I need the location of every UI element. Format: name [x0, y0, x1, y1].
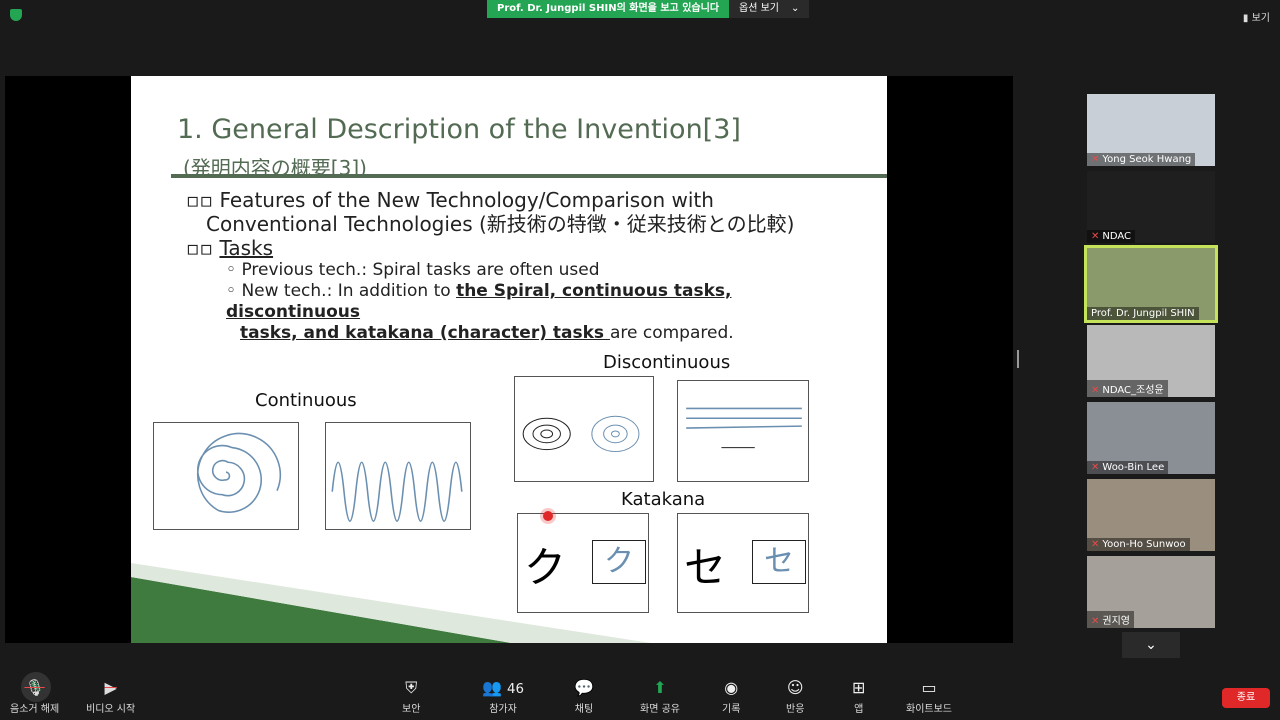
participant-tile-active[interactable]: Prof. Dr. Jungpil SHIN [1084, 245, 1218, 323]
share-screen-button[interactable]: ⬆ 화면 공유 [640, 678, 680, 715]
whiteboard-button[interactable]: ▭ 화이트보드 [906, 678, 952, 715]
view-options-label: 옵션 보기 [739, 3, 780, 14]
participant-name-label: Yoon-Ho Sunwoo [1102, 539, 1186, 550]
wave-plot [325, 422, 471, 530]
bullet-features-line1: Features of the New Technology/Compariso… [219, 188, 714, 212]
title-rule [171, 174, 887, 178]
bullet-tasks: ▫▫ Tasks [186, 236, 274, 260]
security-shield-icon [10, 9, 22, 21]
sub-bullet-new-cont: tasks, and katakana (character) tasks ar… [186, 323, 866, 344]
bullet-features: ▫▫ Features of the New Technology/Compar… [186, 188, 714, 212]
record-label: 기록 [722, 704, 741, 715]
sub-bullet-new-pre: New tech.: In addition to [241, 281, 457, 301]
participants-count: 46 [507, 682, 524, 697]
sub-bullet-new-post: are compared. [609, 323, 734, 343]
whiteboard-icon: ▭ [921, 678, 937, 697]
mic-muted-icon: ✕ [1091, 462, 1100, 473]
participant-tile[interactable]: ✕ 권지영 [1087, 556, 1215, 628]
apps-icon: ⊞ [852, 678, 866, 697]
mic-muted-icon: ✕ [1091, 539, 1100, 550]
view-label: 보기 [1251, 13, 1270, 24]
view-button[interactable]: ▮ 보기 [1243, 9, 1270, 24]
participant-tile[interactable]: ✕ Woo-Bin Lee [1087, 402, 1215, 474]
sub-bullet-previous: ◦ Previous tech.: Spiral tasks are often… [226, 260, 600, 280]
sharing-label: Prof. Dr. Jungpil SHIN의 화면을 보고 있습니다 [487, 0, 730, 18]
participant-tile[interactable]: ✕ NDAC [1087, 171, 1215, 243]
label-discontinuous: Discontinuous [603, 352, 731, 373]
security-button[interactable]: ⛨ 보안 [402, 678, 420, 715]
participant-name: ✕ Woo-Bin Lee [1087, 461, 1169, 474]
participant-name-label: Yong Seok Hwang [1102, 154, 1192, 165]
video-label: 비디오 시작 [86, 704, 136, 715]
mic-muted-icon: ✕ [1091, 616, 1100, 627]
bullet-tasks-label: Tasks [219, 236, 274, 260]
slide-title: 1. General Description of the Invention[… [177, 114, 741, 145]
spiral-plot [153, 422, 299, 530]
participant-gallery: ✕ Yong Seok Hwang ✕ NDAC Prof. Dr. Jungpil… [1084, 94, 1218, 633]
participant-name: ✕ 권지영 [1087, 611, 1134, 628]
circles-plot [514, 376, 654, 482]
security-label: 보안 [402, 704, 421, 715]
shared-screen: 1. General Description of the Invention[… [5, 76, 1013, 702]
sub-bullet-new: ◦ New tech.: In addition to the Spiral, … [226, 281, 732, 322]
panel-resize-handle[interactable] [1017, 350, 1019, 368]
record-button[interactable]: ◉ 기록 [722, 678, 740, 715]
smiley-icon: ☺ [786, 678, 804, 697]
participant-name-label: NDAC [1102, 231, 1132, 242]
sub-bullet-new-underline2: tasks, and katakana (character) tasks [240, 323, 610, 343]
participants-label: 참가자 [489, 704, 517, 715]
video-button[interactable]: ▶ 비디오 시작 [86, 678, 135, 715]
chat-label: 채팅 [574, 704, 594, 715]
sub-bullet-previous-text: Previous tech.: Spiral tasks are often u… [241, 260, 600, 280]
bullet-features-line2: Conventional Technologies (新技術の特徴・従来技術との… [206, 212, 795, 236]
participant-name: ✕ Yong Seok Hwang [1087, 153, 1196, 166]
participant-name: Prof. Dr. Jungpil SHIN [1087, 307, 1199, 320]
participant-name-label: 권지영 [1102, 616, 1130, 627]
reactions-button[interactable]: ☺ 반응 [786, 678, 804, 715]
participant-tile[interactable]: ✕ NDAC_조성윤 [1087, 325, 1215, 397]
participant-tile[interactable]: ✕ Yong Seok Hwang [1087, 94, 1215, 166]
chat-button[interactable]: 💬 채팅 [574, 678, 594, 715]
end-meeting-button[interactable]: 종료 [1222, 688, 1270, 708]
participant-name: ✕ NDAC [1087, 230, 1136, 243]
apps-button[interactable]: ⊞ 앱 [852, 678, 865, 715]
label-katakana: Katakana [621, 489, 706, 510]
participants-button[interactable]: 👥 46 참가자 [482, 678, 524, 715]
video-camera-icon: ▶ [104, 678, 117, 697]
chat-icon: 💬 [574, 678, 594, 697]
shield-icon: ⛨ [405, 678, 418, 697]
laser-pointer [543, 511, 553, 521]
participant-tile[interactable]: ✕ Yoon-Ho Sunwoo [1087, 479, 1215, 551]
slide-decoration [131, 563, 651, 643]
microphone-icon: 🎙 [24, 678, 45, 697]
mic-muted-icon: ✕ [1091, 231, 1100, 242]
mute-button[interactable]: 🎙 음소거 해제 [10, 678, 59, 715]
participant-name-label: Prof. Dr. Jungpil SHIN [1091, 308, 1195, 319]
presentation-slide: 1. General Description of the Invention[… [131, 76, 887, 643]
label-continuous: Continuous [255, 390, 357, 411]
apps-label: 앱 [854, 704, 864, 715]
meeting-toolbar: 🎙 음소거 해제 ▶ 비디오 시작 ⛨ 보안 👥 46 참가자 💬 채팅 ⬆ 화면 공유 ◉… [0, 672, 1280, 720]
chevron-down-icon[interactable]: ⌄ [1122, 632, 1180, 658]
whiteboard-label: 화이트보드 [906, 704, 952, 715]
mute-label: 음소거 해제 [10, 704, 60, 715]
participant-name: ✕ NDAC_조성윤 [1087, 380, 1168, 397]
bullet-list: ▫▫ Features of the New Technology/Compar… [186, 188, 866, 344]
share-label: 화면 공유 [640, 704, 680, 715]
mic-muted-icon: ✕ [1091, 385, 1100, 396]
mic-muted-icon: ✕ [1091, 154, 1100, 165]
record-icon: ◉ [724, 678, 739, 697]
reactions-label: 반응 [786, 704, 805, 715]
share-screen-icon: ⬆ [653, 678, 667, 697]
participant-name: ✕ Yoon-Ho Sunwoo [1087, 538, 1190, 551]
participant-name-label: Woo-Bin Lee [1102, 462, 1165, 473]
view-options-button[interactable]: 옵션 보기 ⌄ [729, 0, 810, 18]
lines-plot [677, 380, 809, 482]
share-banner: Prof. Dr. Jungpil SHIN의 화면을 보고 있습니다 옵션 보… [487, 0, 810, 18]
participant-name-label: NDAC_조성윤 [1102, 385, 1164, 396]
chevron-down-icon: ⌄ [791, 3, 800, 14]
people-icon: 👥 46 [482, 678, 524, 697]
